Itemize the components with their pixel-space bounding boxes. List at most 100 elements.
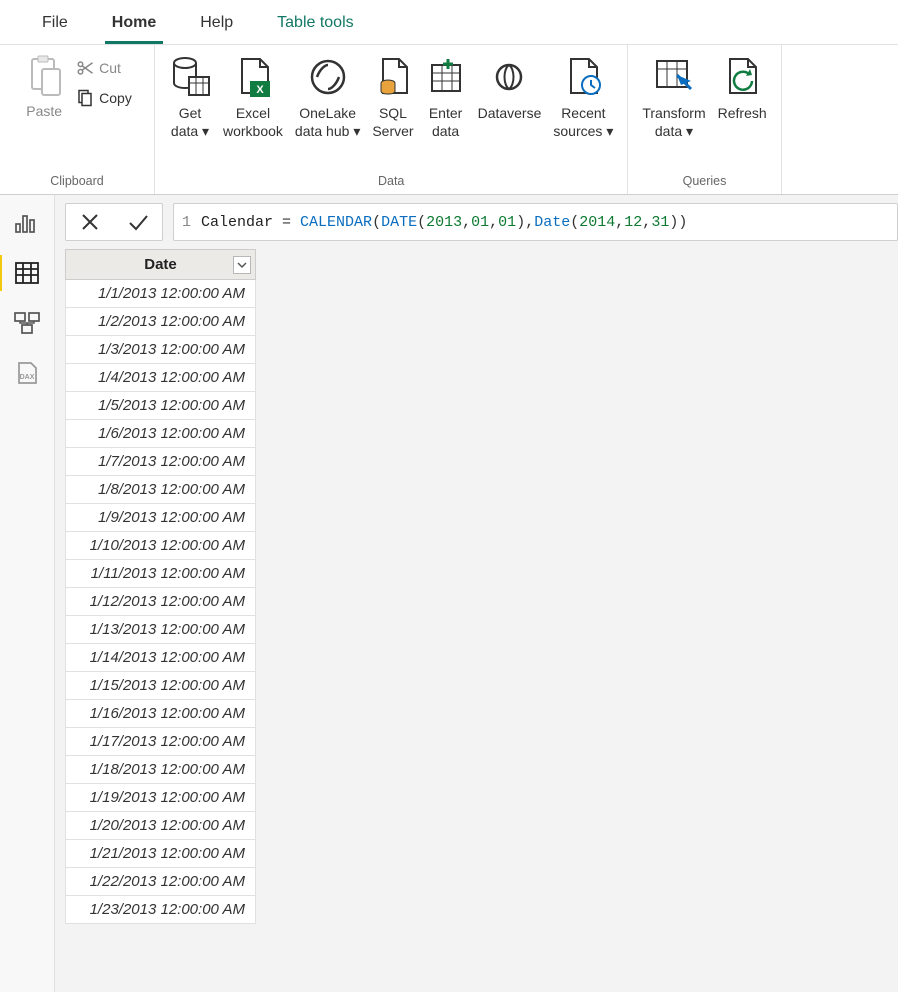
table-cell[interactable]: 1/21/2013 12:00:00 AM (66, 840, 256, 868)
sql-label: SQL Server (372, 105, 413, 140)
table-cell[interactable]: 1/5/2013 12:00:00 AM (66, 392, 256, 420)
enter-data-icon (426, 55, 466, 99)
table-cell[interactable]: 1/20/2013 12:00:00 AM (66, 812, 256, 840)
onelake-icon (307, 55, 349, 99)
data-grid: Date 1/1/2013 12:00:00 AM1/2/2013 12:00:… (65, 249, 256, 924)
tab-home[interactable]: Home (90, 4, 178, 44)
excel-workbook-button[interactable]: X Excel workbook (217, 51, 289, 144)
cut-label: Cut (99, 60, 121, 76)
refresh-icon (722, 55, 762, 99)
enter-data-label: Enter data (429, 105, 462, 140)
onelake-label: OneLake data hub ▾ (295, 105, 360, 140)
copy-icon (76, 89, 94, 107)
refresh-label: Refresh (718, 105, 767, 123)
table-icon (15, 262, 39, 284)
group-queries: Transform data ▾ Refresh Queries (628, 45, 781, 194)
x-icon (80, 212, 100, 232)
formula-input[interactable]: 1Calendar = CALENDAR(DATE(2013,01,01),Da… (173, 203, 898, 241)
sql-server-button[interactable]: SQL Server (366, 51, 419, 144)
table-cell[interactable]: 1/18/2013 12:00:00 AM (66, 756, 256, 784)
data-view-button[interactable] (13, 261, 41, 285)
table-cell[interactable]: 1/16/2013 12:00:00 AM (66, 700, 256, 728)
scissors-icon (76, 59, 94, 77)
ribbon: Paste Cut Copy Clipboard Get data ▾ (0, 45, 898, 195)
table-cell[interactable]: 1/1/2013 12:00:00 AM (66, 280, 256, 308)
dataverse-button[interactable]: Dataverse (472, 51, 548, 127)
table-cell[interactable]: 1/6/2013 12:00:00 AM (66, 420, 256, 448)
tab-help[interactable]: Help (178, 4, 255, 44)
recent-icon (563, 55, 603, 99)
table-cell[interactable]: 1/14/2013 12:00:00 AM (66, 644, 256, 672)
excel-label: Excel workbook (223, 105, 283, 140)
table-cell[interactable]: 1/15/2013 12:00:00 AM (66, 672, 256, 700)
paste-label: Paste (26, 103, 62, 121)
formula-bar: 1Calendar = CALENDAR(DATE(2013,01,01),Da… (55, 195, 898, 249)
enter-data-button[interactable]: Enter data (420, 51, 472, 144)
table-cell[interactable]: 1/22/2013 12:00:00 AM (66, 868, 256, 896)
commit-box (65, 203, 163, 241)
refresh-button[interactable]: Refresh (712, 51, 773, 127)
table-cell[interactable]: 1/2/2013 12:00:00 AM (66, 308, 256, 336)
get-data-button[interactable]: Get data ▾ (163, 51, 217, 144)
tab-table-tools[interactable]: Table tools (255, 4, 376, 44)
cut-button[interactable]: Cut (74, 57, 134, 79)
line-number: 1 (182, 214, 201, 231)
get-data-label: Get data ▾ (171, 105, 209, 140)
model-icon (14, 312, 40, 334)
copy-button[interactable]: Copy (74, 87, 134, 109)
paste-button[interactable]: Paste (20, 51, 68, 125)
recent-sources-button[interactable]: Recent sources ▾ (547, 51, 619, 144)
chevron-down-icon: ▾ (202, 123, 209, 139)
work-area: 1Calendar = CALENDAR(DATE(2013,01,01),Da… (55, 195, 898, 992)
database-icon (169, 55, 211, 99)
paste-icon (26, 55, 62, 97)
chevron-down-icon (237, 260, 247, 270)
svg-text:DAX: DAX (20, 374, 35, 381)
copy-label: Copy (99, 90, 132, 106)
dax-view-button[interactable]: DAX (13, 361, 41, 385)
column-filter-button[interactable] (233, 256, 251, 274)
chevron-down-icon: ▾ (606, 123, 613, 139)
svg-text:X: X (256, 84, 264, 96)
table-cell[interactable]: 1/19/2013 12:00:00 AM (66, 784, 256, 812)
main-area: DAX 1Calendar = CALENDAR(DATE(2013,01,01… (0, 195, 898, 992)
table-cell[interactable]: 1/9/2013 12:00:00 AM (66, 504, 256, 532)
onelake-button[interactable]: OneLake data hub ▾ (289, 51, 366, 144)
column-header-date[interactable]: Date (66, 250, 256, 280)
chart-icon (15, 212, 39, 234)
chevron-down-icon: ▾ (353, 123, 360, 139)
group-data: Get data ▾ X Excel workbook OneLake data… (155, 45, 628, 194)
dax-icon: DAX (15, 361, 39, 385)
table-cell[interactable]: 1/3/2013 12:00:00 AM (66, 336, 256, 364)
dataverse-label: Dataverse (478, 105, 542, 123)
report-view-button[interactable] (13, 211, 41, 235)
table-cell[interactable]: 1/7/2013 12:00:00 AM (66, 448, 256, 476)
group-label-queries: Queries (683, 169, 727, 192)
view-rail: DAX (0, 195, 55, 992)
commit-formula-button[interactable] (114, 204, 162, 240)
transform-icon (653, 55, 695, 99)
tab-file[interactable]: File (20, 4, 90, 44)
table-cell[interactable]: 1/23/2013 12:00:00 AM (66, 896, 256, 924)
cancel-formula-button[interactable] (66, 204, 114, 240)
table-cell[interactable]: 1/8/2013 12:00:00 AM (66, 476, 256, 504)
sql-icon (373, 55, 413, 99)
model-view-button[interactable] (13, 311, 41, 335)
recent-label: Recent sources ▾ (553, 105, 613, 140)
table-cell[interactable]: 1/13/2013 12:00:00 AM (66, 616, 256, 644)
chevron-down-icon: ▾ (686, 123, 693, 139)
transform-data-button[interactable]: Transform data ▾ (636, 51, 711, 144)
excel-icon: X (232, 55, 274, 99)
table-cell[interactable]: 1/11/2013 12:00:00 AM (66, 560, 256, 588)
group-label-data: Data (378, 169, 404, 192)
table-cell[interactable]: 1/10/2013 12:00:00 AM (66, 532, 256, 560)
ribbon-tabs: File Home Help Table tools (0, 0, 898, 45)
group-label-clipboard: Clipboard (50, 169, 104, 192)
data-grid-container: Date 1/1/2013 12:00:00 AM1/2/2013 12:00:… (55, 249, 898, 924)
dataverse-icon (489, 55, 529, 99)
group-clipboard: Paste Cut Copy Clipboard (0, 45, 155, 194)
table-cell[interactable]: 1/4/2013 12:00:00 AM (66, 364, 256, 392)
table-cell[interactable]: 1/17/2013 12:00:00 AM (66, 728, 256, 756)
table-cell[interactable]: 1/12/2013 12:00:00 AM (66, 588, 256, 616)
transform-label: Transform data ▾ (642, 105, 705, 140)
